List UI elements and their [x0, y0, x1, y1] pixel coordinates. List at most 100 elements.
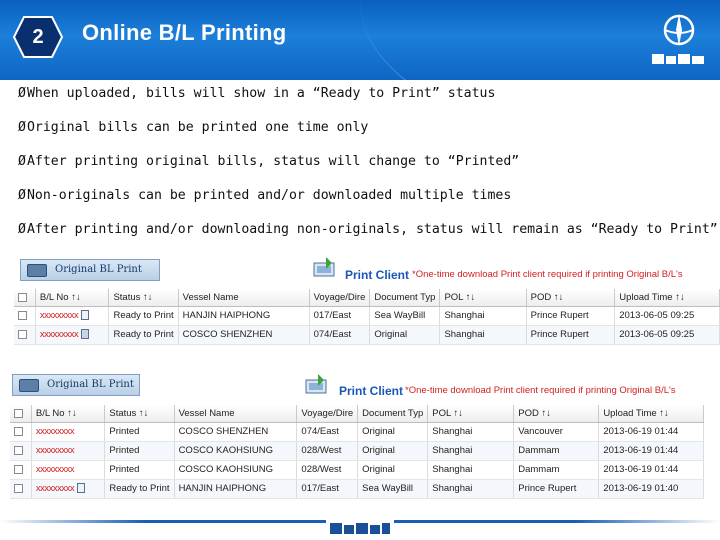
bl-number[interactable]: xxxxxxxxx [40, 310, 79, 321]
vessel-cell: HANJIN HAIPHONG [178, 306, 310, 326]
voyage-cell: 017/East [309, 306, 371, 326]
pod-cell: Prince Rupert [513, 479, 600, 499]
cosco-logo [644, 6, 714, 70]
table-row[interactable]: xxxxxxxxx Printed COSCO KAOHSIUNG 028/We… [10, 441, 704, 461]
doctype-cell: Sea WayBill [369, 306, 441, 326]
print-client-note: *One-time download Print client required… [405, 385, 676, 396]
row-checkbox[interactable] [18, 329, 27, 339]
bullet-arrow-icon: Ø [18, 222, 26, 237]
upload-time-cell: 2013-06-19 01:44 [598, 441, 704, 461]
column-header-upload-time[interactable]: Upload Time ↑↓ [614, 289, 720, 307]
column-header-pol[interactable]: POL ↑↓ [427, 405, 515, 423]
row-checkbox[interactable] [18, 310, 27, 320]
column-header-bl-no[interactable]: B/L No ↑↓ [31, 405, 106, 423]
status-cell: Ready to Print [108, 325, 179, 345]
print-client-link[interactable]: Print Client [345, 268, 409, 282]
doctype-cell: Original [357, 460, 429, 480]
doctype-cell: Original [369, 325, 441, 345]
vessel-cell: COSCO SHENZHEN [174, 422, 298, 442]
column-header-pod[interactable]: POD ↑↓ [526, 289, 616, 307]
column-header-bl-no[interactable]: B/L No ↑↓ [35, 289, 110, 307]
doctype-cell: Sea WayBill [357, 479, 429, 499]
column-header-pol[interactable]: POL ↑↓ [439, 289, 527, 307]
bl-number[interactable]: xxxxxxxxx [36, 483, 75, 494]
row-checkbox[interactable] [14, 445, 23, 455]
print-client-download-icon[interactable] [312, 257, 338, 279]
pol-cell: Shanghai [427, 441, 515, 461]
table-row[interactable]: xxxxxxxxx Ready to Print HANJIN HAIPHONG… [10, 479, 704, 499]
bullet-item: ØAfter printing original bills, status w… [18, 154, 520, 169]
bill-table: B/L No ↑↓ Status ↑↓ Vessel Name Voyage/D… [14, 289, 720, 345]
vessel-cell: HANJIN HAIPHONG [174, 479, 298, 499]
bullet-list: ØWhen uploaded, bills will show in a “Re… [18, 86, 718, 256]
column-header-doctype[interactable]: Document Typ [369, 289, 441, 307]
pol-cell: Shanghai [427, 422, 515, 442]
cosco-logo-icon [652, 14, 704, 64]
screenshot-after-print: Original BL Print Print Client *One-time… [10, 372, 710, 502]
row-checkbox[interactable] [14, 483, 23, 493]
table-row[interactable]: xxxxxxxxx Printed COSCO SHENZHEN 074/Eas… [10, 422, 704, 442]
document-icon[interactable] [81, 310, 90, 321]
column-header-pod[interactable]: POD ↑↓ [513, 405, 600, 423]
pod-cell: Prince Rupert [526, 306, 616, 326]
document-icon[interactable] [77, 483, 86, 494]
pol-cell: Shanghai [427, 460, 515, 480]
doctype-cell: Original [357, 422, 429, 442]
row-checkbox[interactable] [14, 464, 23, 474]
bill-table: B/L No ↑↓ Status ↑↓ Vessel Name Voyage/D… [10, 405, 704, 499]
upload-time-cell: 2013-06-19 01:44 [598, 422, 704, 442]
status-cell: Printed [104, 460, 175, 480]
column-header-voyage[interactable]: Voyage/Dire [309, 289, 371, 307]
bullet-item: ØNon-originals can be printed and/or dow… [18, 188, 512, 203]
pod-cell: Vancouver [513, 422, 600, 442]
voyage-cell: 028/West [296, 441, 359, 461]
original-bl-print-button[interactable]: Original BL Print [20, 259, 160, 281]
upload-time-cell: 2013-06-05 09:25 [614, 306, 720, 326]
bl-number[interactable]: xxxxxxxxx [40, 329, 79, 340]
upload-time-cell: 2013-06-05 09:25 [614, 325, 720, 345]
bullet-item: ØAfter printing and/or downloading non-o… [18, 222, 718, 237]
printer-icon [19, 379, 39, 392]
pol-cell: Shanghai [427, 479, 515, 499]
pod-cell: Dammam [513, 441, 600, 461]
bullet-arrow-icon: Ø [18, 188, 26, 203]
bl-number[interactable]: xxxxxxxxx [36, 426, 75, 437]
voyage-cell: 028/West [296, 460, 359, 480]
column-header-voyage[interactable]: Voyage/Dire [296, 405, 359, 423]
column-header-upload-time[interactable]: Upload Time ↑↓ [598, 405, 704, 423]
printer-icon[interactable] [81, 329, 90, 340]
pol-cell: Shanghai [439, 306, 527, 326]
row-checkbox[interactable] [14, 426, 23, 436]
voyage-cell: 074/East [296, 422, 359, 442]
select-all-checkbox[interactable] [14, 408, 23, 418]
bullet-item: ØWhen uploaded, bills will show in a “Re… [18, 86, 496, 101]
print-client-note: *One-time download Print client required… [412, 269, 683, 280]
doctype-cell: Original [357, 441, 429, 461]
vessel-cell: COSCO SHENZHEN [178, 325, 310, 345]
column-header-status[interactable]: Status ↑↓ [104, 405, 175, 423]
screenshot-before-print: Original BL Print Print Client *One-time… [14, 255, 720, 345]
table-row[interactable]: xxxxxxxxx Ready to Print HANJIN HAIPHONG… [14, 306, 720, 326]
status-cell: Printed [104, 441, 175, 461]
print-client-link[interactable]: Print Client [339, 384, 403, 398]
table-row[interactable]: xxxxxxxxx Ready to Print COSCO SHENZHEN … [14, 325, 720, 345]
select-all-checkbox[interactable] [18, 292, 27, 302]
bullet-arrow-icon: Ø [18, 154, 26, 169]
column-header-doctype[interactable]: Document Typ [357, 405, 429, 423]
bullet-item: ØOriginal bills can be printed one time … [18, 120, 369, 135]
status-cell: Ready to Print [104, 479, 175, 499]
print-client-download-icon[interactable] [304, 374, 330, 396]
column-header-vessel[interactable]: Vessel Name [178, 289, 310, 307]
bl-number[interactable]: xxxxxxxxx [36, 445, 75, 456]
column-header-status[interactable]: Status ↑↓ [108, 289, 179, 307]
footer-logo [326, 518, 394, 538]
original-bl-print-button[interactable]: Original BL Print [12, 374, 140, 396]
column-header-vessel[interactable]: Vessel Name [174, 405, 298, 423]
column-header-select[interactable] [14, 289, 36, 307]
upload-time-cell: 2013-06-19 01:44 [598, 460, 704, 480]
printer-icon [27, 264, 47, 277]
column-header-select[interactable] [10, 405, 32, 423]
table-row[interactable]: xxxxxxxxx Printed COSCO KAOHSIUNG 028/We… [10, 460, 704, 480]
bl-number[interactable]: xxxxxxxxx [36, 464, 75, 475]
pol-cell: Shanghai [439, 325, 527, 345]
